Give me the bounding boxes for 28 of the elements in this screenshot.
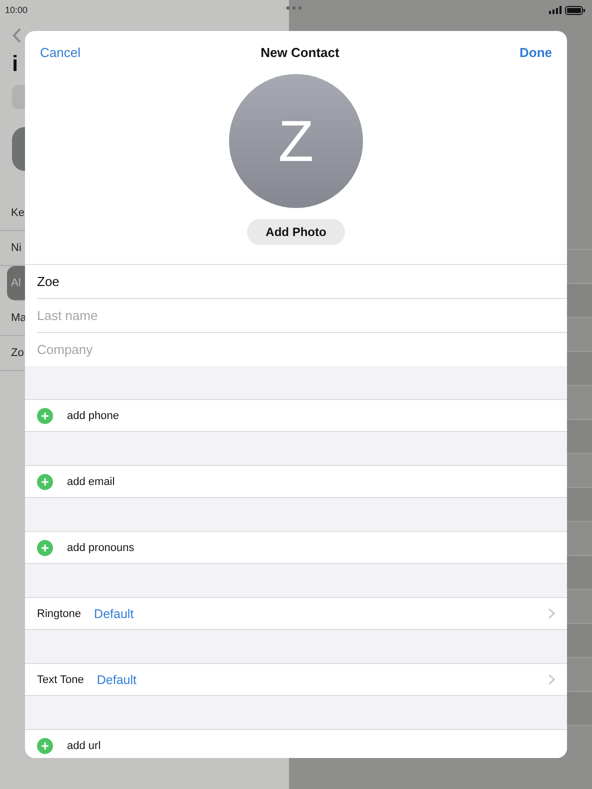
add-icon[interactable]	[37, 540, 53, 556]
add-icon[interactable]	[37, 474, 53, 490]
add-icon[interactable]	[37, 738, 53, 754]
setting-label: Ringtone	[37, 608, 82, 620]
contact-avatar: Z	[229, 74, 363, 208]
add-field-label[interactable]: add url	[67, 740, 101, 752]
battery-icon	[565, 6, 585, 14]
setting-value[interactable]: Default	[94, 606, 134, 620]
first-name-field[interactable]: Zoe	[37, 274, 60, 289]
cancel-button[interactable]: Cancel	[40, 45, 80, 60]
chevron-icon	[548, 674, 555, 685]
signal-icon	[549, 6, 562, 14]
add-field-label[interactable]: add pronouns	[67, 542, 134, 554]
page-title: i	[12, 51, 18, 77]
avatar	[12, 127, 25, 171]
multitask-icon[interactable]	[286, 6, 302, 10]
add-photo-button[interactable]: Add Photo	[246, 219, 346, 245]
sheet-title: New Contact	[260, 45, 340, 60]
search-field[interactable]	[12, 85, 25, 109]
add-field-label[interactable]: add phone	[67, 410, 119, 422]
chevron-icon	[548, 608, 555, 619]
add-icon[interactable]	[37, 408, 53, 424]
back-icon[interactable]	[12, 28, 21, 43]
add-field-label[interactable]: add email	[67, 476, 115, 488]
setting-label: Text Tone	[37, 674, 84, 686]
status-time: 10:00	[5, 5, 28, 15]
setting-value[interactable]: Default	[96, 672, 136, 686]
done-button[interactable]: Done	[519, 45, 552, 60]
